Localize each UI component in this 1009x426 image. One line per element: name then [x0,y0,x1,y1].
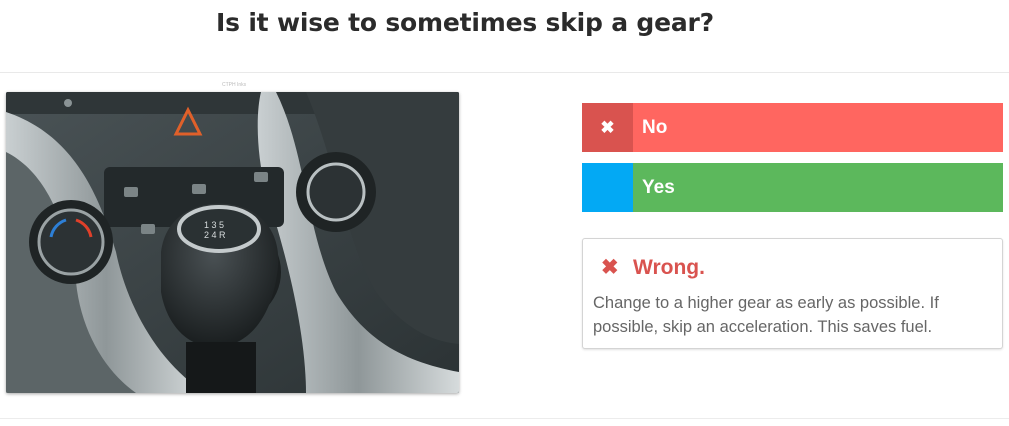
answer-marker [582,163,633,212]
answer-no-button[interactable]: ✖ No [582,103,1003,152]
question-title: Is it wise to sometimes skip a gear? [216,8,714,37]
answer-label: No [642,116,668,138]
close-icon: ✖ [601,256,619,279]
divider [0,72,1009,73]
svg-text:1 3 5: 1 3 5 [204,220,224,230]
feedback-verdict: Wrong. [633,255,705,279]
divider [0,418,1009,419]
answer-yes-button[interactable]: Yes [582,163,1003,212]
close-icon: ✖ [582,103,633,152]
answer-label: Yes [642,176,675,198]
feedback-explanation: Change to a higher gear as early as poss… [593,294,939,336]
image-credit: CTPH Inks [222,82,247,88]
feedback-card: ✖ Wrong. Change to a higher gear as earl… [582,238,1003,349]
svg-text:2 4 R: 2 4 R [204,230,226,240]
question-image: 1 3 5 2 4 R [6,92,459,393]
